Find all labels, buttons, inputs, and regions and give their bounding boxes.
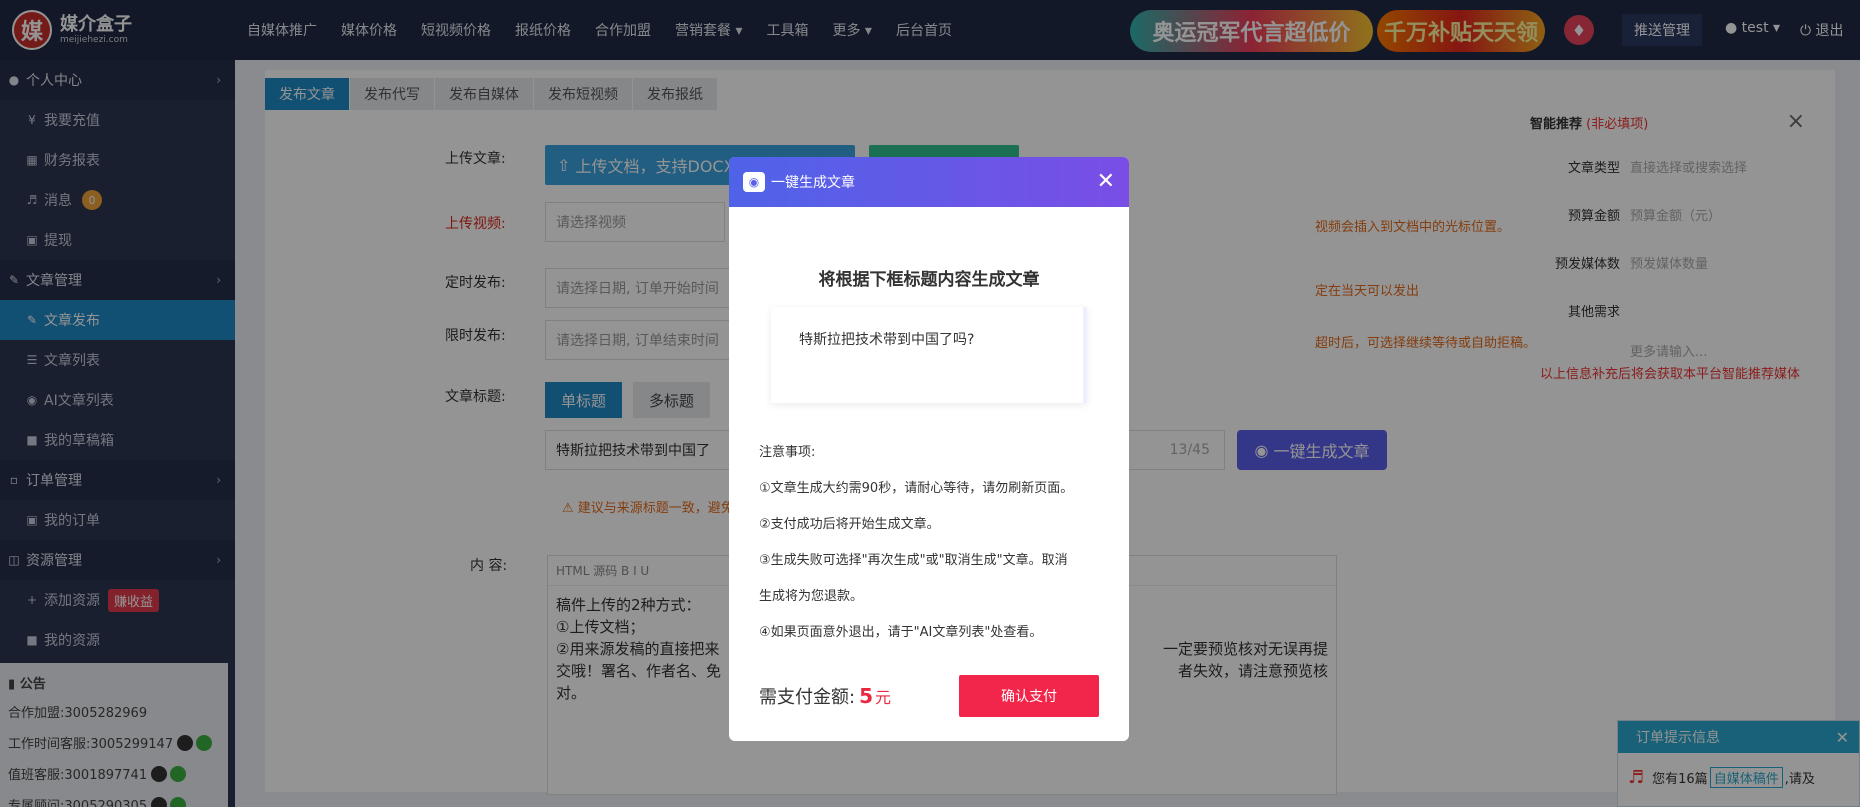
generate-article-modal: ◉ 一键生成文章 ✕ 将根据下框标题内容生成文章 特斯拉把技术带到中国了吗? 注… <box>729 157 1129 741</box>
modal-title: 一键生成文章 <box>771 175 855 191</box>
modal-question-box: 特斯拉把技术带到中国了吗? <box>771 307 1087 403</box>
pay-label: 需支付金额: <box>759 687 856 708</box>
modal-subtitle: 将根据下框标题内容生成文章 <box>818 270 1040 290</box>
close-icon[interactable]: ✕ <box>1097 169 1115 194</box>
confirm-pay-button[interactable]: 确认支付 <box>959 675 1099 717</box>
modal-notes: 注意事项: ①文章生成大约需90秒，请耐心等待，请勿刷新页面。 ②支付成功后将开… <box>759 445 1074 640</box>
robot-icon: ◉ <box>743 172 765 192</box>
modal-header: ◉ 一键生成文章 ✕ <box>729 157 1129 207</box>
modal-footer: 需支付金额: 5 元 确认支付 <box>759 675 1099 717</box>
pay-amount: 5 <box>859 684 873 708</box>
pay-unit: 元 <box>875 688 892 707</box>
